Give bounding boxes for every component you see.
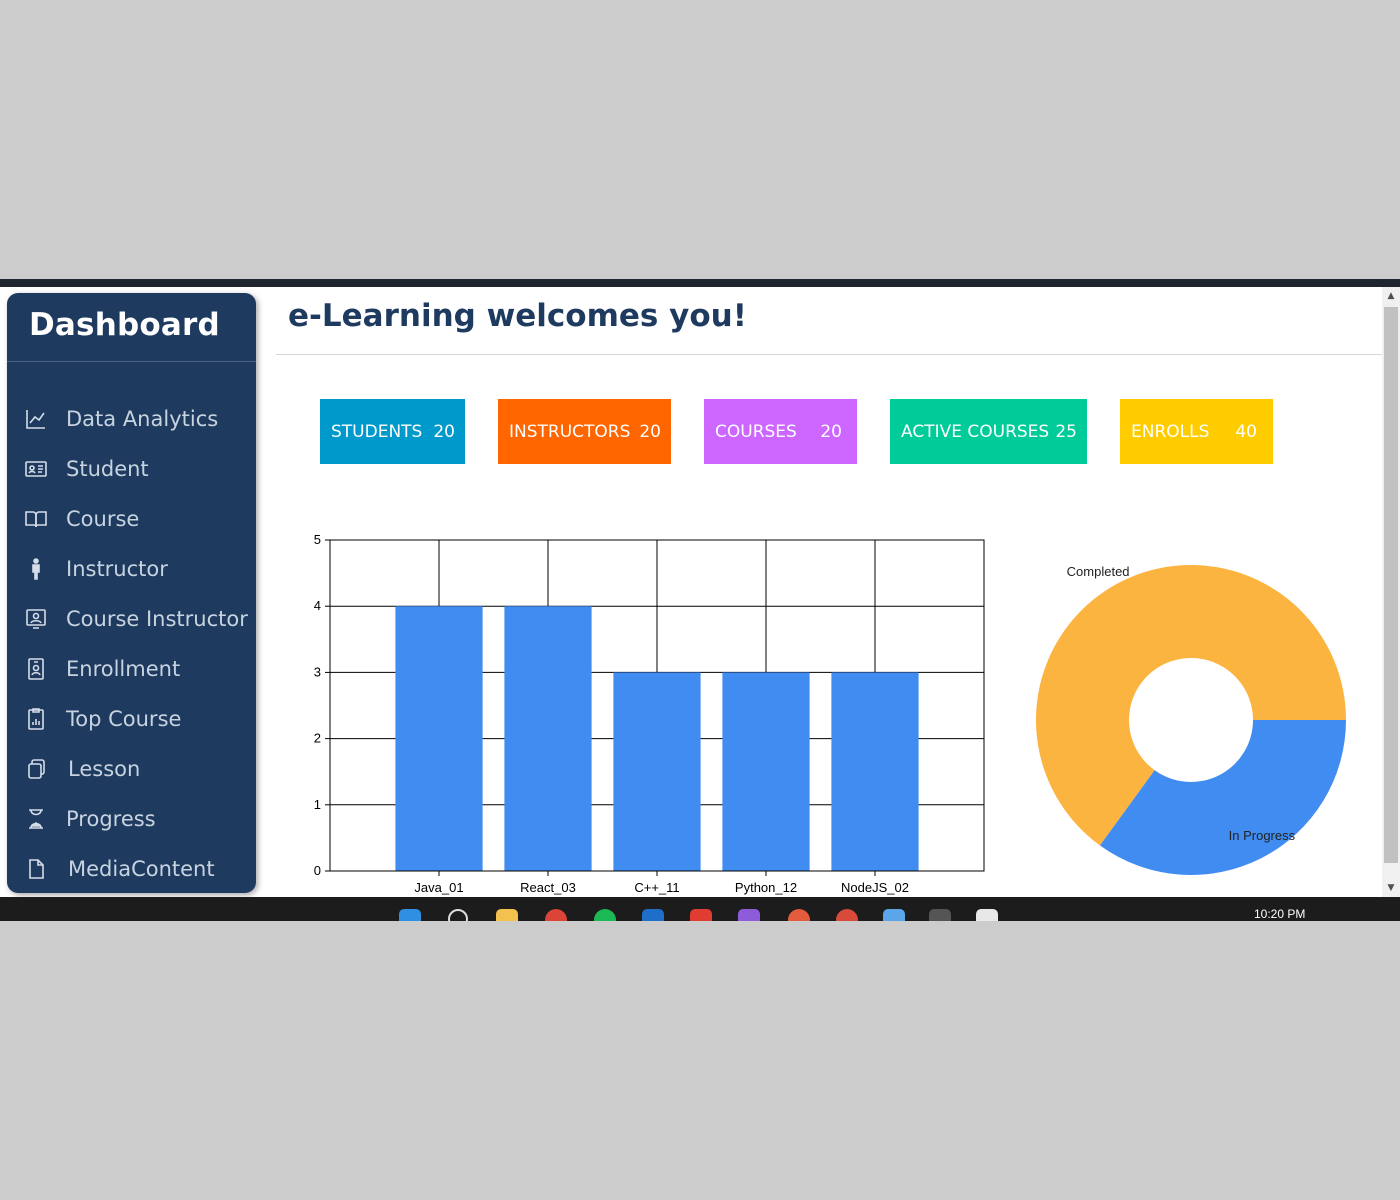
sidebar-item-label: Student (66, 457, 149, 481)
book-icon (23, 506, 49, 532)
scroll-down-arrow[interactable]: ▼ (1382, 879, 1400, 897)
app-window: Dashboard Data Analytics Student Course … (0, 279, 1400, 921)
stat-label: COURSES (715, 421, 797, 442)
x-tick-label: Python_12 (735, 880, 797, 895)
y-tick-label: 1 (314, 797, 321, 812)
taskbar-clock[interactable]: 10:20 PM (1254, 907, 1305, 921)
x-tick-label: C++_11 (634, 880, 679, 895)
stat-value: 40 (1235, 421, 1257, 442)
sidebar-divider (7, 361, 256, 362)
person-icon (23, 556, 49, 582)
y-tick-label: 5 (314, 532, 321, 547)
sidebar-item-label: Lesson (68, 757, 141, 781)
y-tick-label: 3 (314, 664, 321, 679)
presenter-icon (23, 606, 49, 632)
sidebar-item-top-course[interactable]: Top Course (23, 699, 251, 739)
taskbar: 10:20 PM (0, 897, 1400, 921)
donut-slice-label: In Progress (1229, 828, 1296, 843)
stat-value: 20 (433, 421, 455, 442)
stat-label: STUDENTS (331, 421, 423, 442)
x-tick-label: NodeJS_02 (841, 880, 909, 895)
sidebar-item-label: Progress (66, 807, 156, 831)
sidebar-item-label: Course (66, 507, 140, 531)
sidebar-item-student[interactable]: Student (23, 449, 251, 489)
sidebar-item-label: Instructor (66, 557, 168, 581)
stat-card-instructors[interactable]: INSTRUCTORS 20 (498, 399, 671, 464)
sidebar-item-label: MediaContent (68, 857, 215, 881)
sidebar-item-label: Enrollment (66, 657, 181, 681)
sidebar-item-data-analytics[interactable]: Data Analytics (23, 399, 251, 439)
sidebar-item-enrollment[interactable]: Enrollment (23, 649, 251, 689)
chart-line-icon (23, 406, 49, 432)
x-tick-label: React_03 (520, 880, 576, 895)
bar (722, 672, 810, 871)
stat-label: ACTIVE COURSES (901, 421, 1050, 442)
donut-chart: In Progress Completed (1036, 564, 1346, 875)
donut-slice (1099, 720, 1346, 875)
browser-alt-icon[interactable] (836, 909, 858, 921)
sidebar-item-course[interactable]: Course (23, 499, 251, 539)
stat-value: 25 (1055, 421, 1077, 442)
sidebar-item-progress[interactable]: Progress (23, 799, 251, 839)
sidebar-item-lesson[interactable]: Lesson (23, 749, 251, 789)
copy-icon (23, 756, 49, 782)
id-card-icon (23, 456, 49, 482)
sidebar-item-label: Data Analytics (66, 407, 219, 431)
file-icon (23, 856, 49, 882)
sidebar: Dashboard Data Analytics Student Course … (7, 293, 256, 893)
report-icon (23, 706, 49, 732)
stat-card-enrolls[interactable]: ENROLLS 40 (1120, 399, 1273, 464)
bar-chart: 0 1 2 3 4 5 Java_01 React_03 C++_11 Python_12 Node… (314, 532, 985, 895)
stat-label: ENROLLS (1131, 421, 1210, 442)
sidebar-item-mediacontent[interactable]: MediaContent (23, 849, 251, 889)
stat-card-students[interactable]: STUDENTS 20 (320, 399, 465, 464)
page-title: e-Learning welcomes you! (288, 298, 747, 334)
scrollbar-thumb[interactable] (1384, 307, 1398, 863)
sidebar-title: Dashboard (29, 307, 220, 343)
y-tick-label: 2 (314, 731, 321, 746)
visual-studio-icon[interactable] (738, 909, 760, 921)
hourglass-icon (23, 806, 49, 832)
sidebar-item-label: Course Instructor (66, 607, 248, 631)
start-icon[interactable] (399, 909, 421, 921)
scroll-up-arrow[interactable]: ▲ (1382, 287, 1400, 305)
window-title-strip (0, 279, 1400, 287)
header-divider (276, 354, 1382, 355)
spotify-icon[interactable] (594, 909, 616, 921)
search-icon[interactable] (448, 909, 468, 921)
stat-label: INSTRUCTORS (509, 421, 631, 442)
app-icon[interactable] (690, 909, 712, 921)
stat-value: 20 (639, 421, 661, 442)
stat-value: 20 (820, 421, 842, 442)
donut-slice-label: Completed (1067, 564, 1130, 579)
x-tick-label: Java_01 (414, 880, 463, 895)
browser-icon[interactable] (788, 909, 810, 921)
sidebar-item-instructor[interactable]: Instructor (23, 549, 251, 589)
badge-icon (23, 656, 49, 682)
calendar-icon[interactable] (976, 909, 998, 921)
bar (504, 606, 592, 871)
bar (613, 672, 701, 871)
terminal-icon[interactable] (929, 909, 951, 921)
stat-card-courses[interactable]: COURSES 20 (704, 399, 857, 464)
y-tick-label: 4 (314, 598, 321, 613)
sidebar-item-course-instructor[interactable]: Course Instructor (23, 599, 251, 639)
folder-icon[interactable] (496, 909, 518, 921)
notepad-icon[interactable] (883, 909, 905, 921)
bar (831, 672, 919, 871)
shield-app-icon[interactable] (642, 909, 664, 921)
chrome-icon[interactable] (545, 909, 567, 921)
y-tick-label: 0 (314, 863, 321, 878)
bar (395, 606, 483, 871)
sidebar-item-label: Top Course (66, 707, 182, 731)
stat-card-active-courses[interactable]: ACTIVE COURSES 25 (890, 399, 1087, 464)
